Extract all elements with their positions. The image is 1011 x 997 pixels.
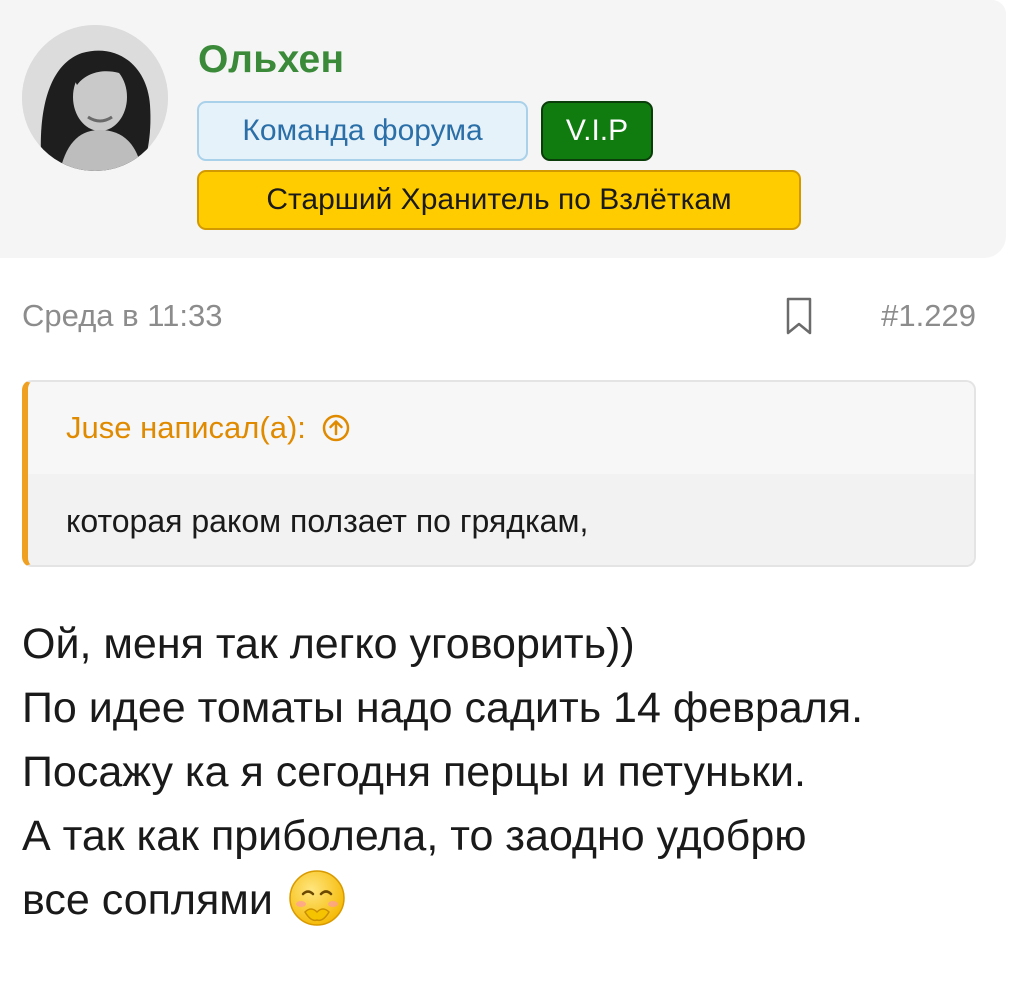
post-line-text: все соплями [22,876,273,924]
vip-badge: V.I.P [541,101,653,161]
post-body: Ой, меня так легко уговорить)) По идее т… [22,612,863,932]
avatar[interactable] [22,25,168,171]
post-line: Посажу ка я сегодня перцы и петуньки. [22,748,806,796]
post-line-last: все соплями [22,868,863,932]
post-line: По идее томаты надо садить 14 февраля. [22,684,864,732]
avatar-photo [22,25,168,171]
embarrassed-smile-emoji-icon [287,868,347,928]
quote-header[interactable]: Juse написал(а): [28,382,974,474]
bookmark-icon[interactable] [784,296,814,336]
team-badge: Команда форума [197,101,528,161]
user-card: Ольхен Команда форума V.I.P Старший Хран… [0,0,1006,258]
post-line: А так как приболела, то заодно удобрю [22,812,807,860]
username[interactable]: Ольхен [198,38,344,82]
post-line: Ой, меня так легко уговорить)) [22,620,635,668]
rank-badge: Старший Хранитель по Взлёткам [197,170,801,230]
arrow-up-circle-icon[interactable] [322,414,350,442]
quote-text: которая раком ползает по грядкам, [28,474,974,565]
quote-block: Juse написал(а): которая раком ползает п… [22,380,976,567]
post-number[interactable]: #1.229 [881,298,976,334]
post-date[interactable]: Среда в 11:33 [22,298,223,334]
quote-author[interactable]: Juse написал(а): [66,410,306,446]
